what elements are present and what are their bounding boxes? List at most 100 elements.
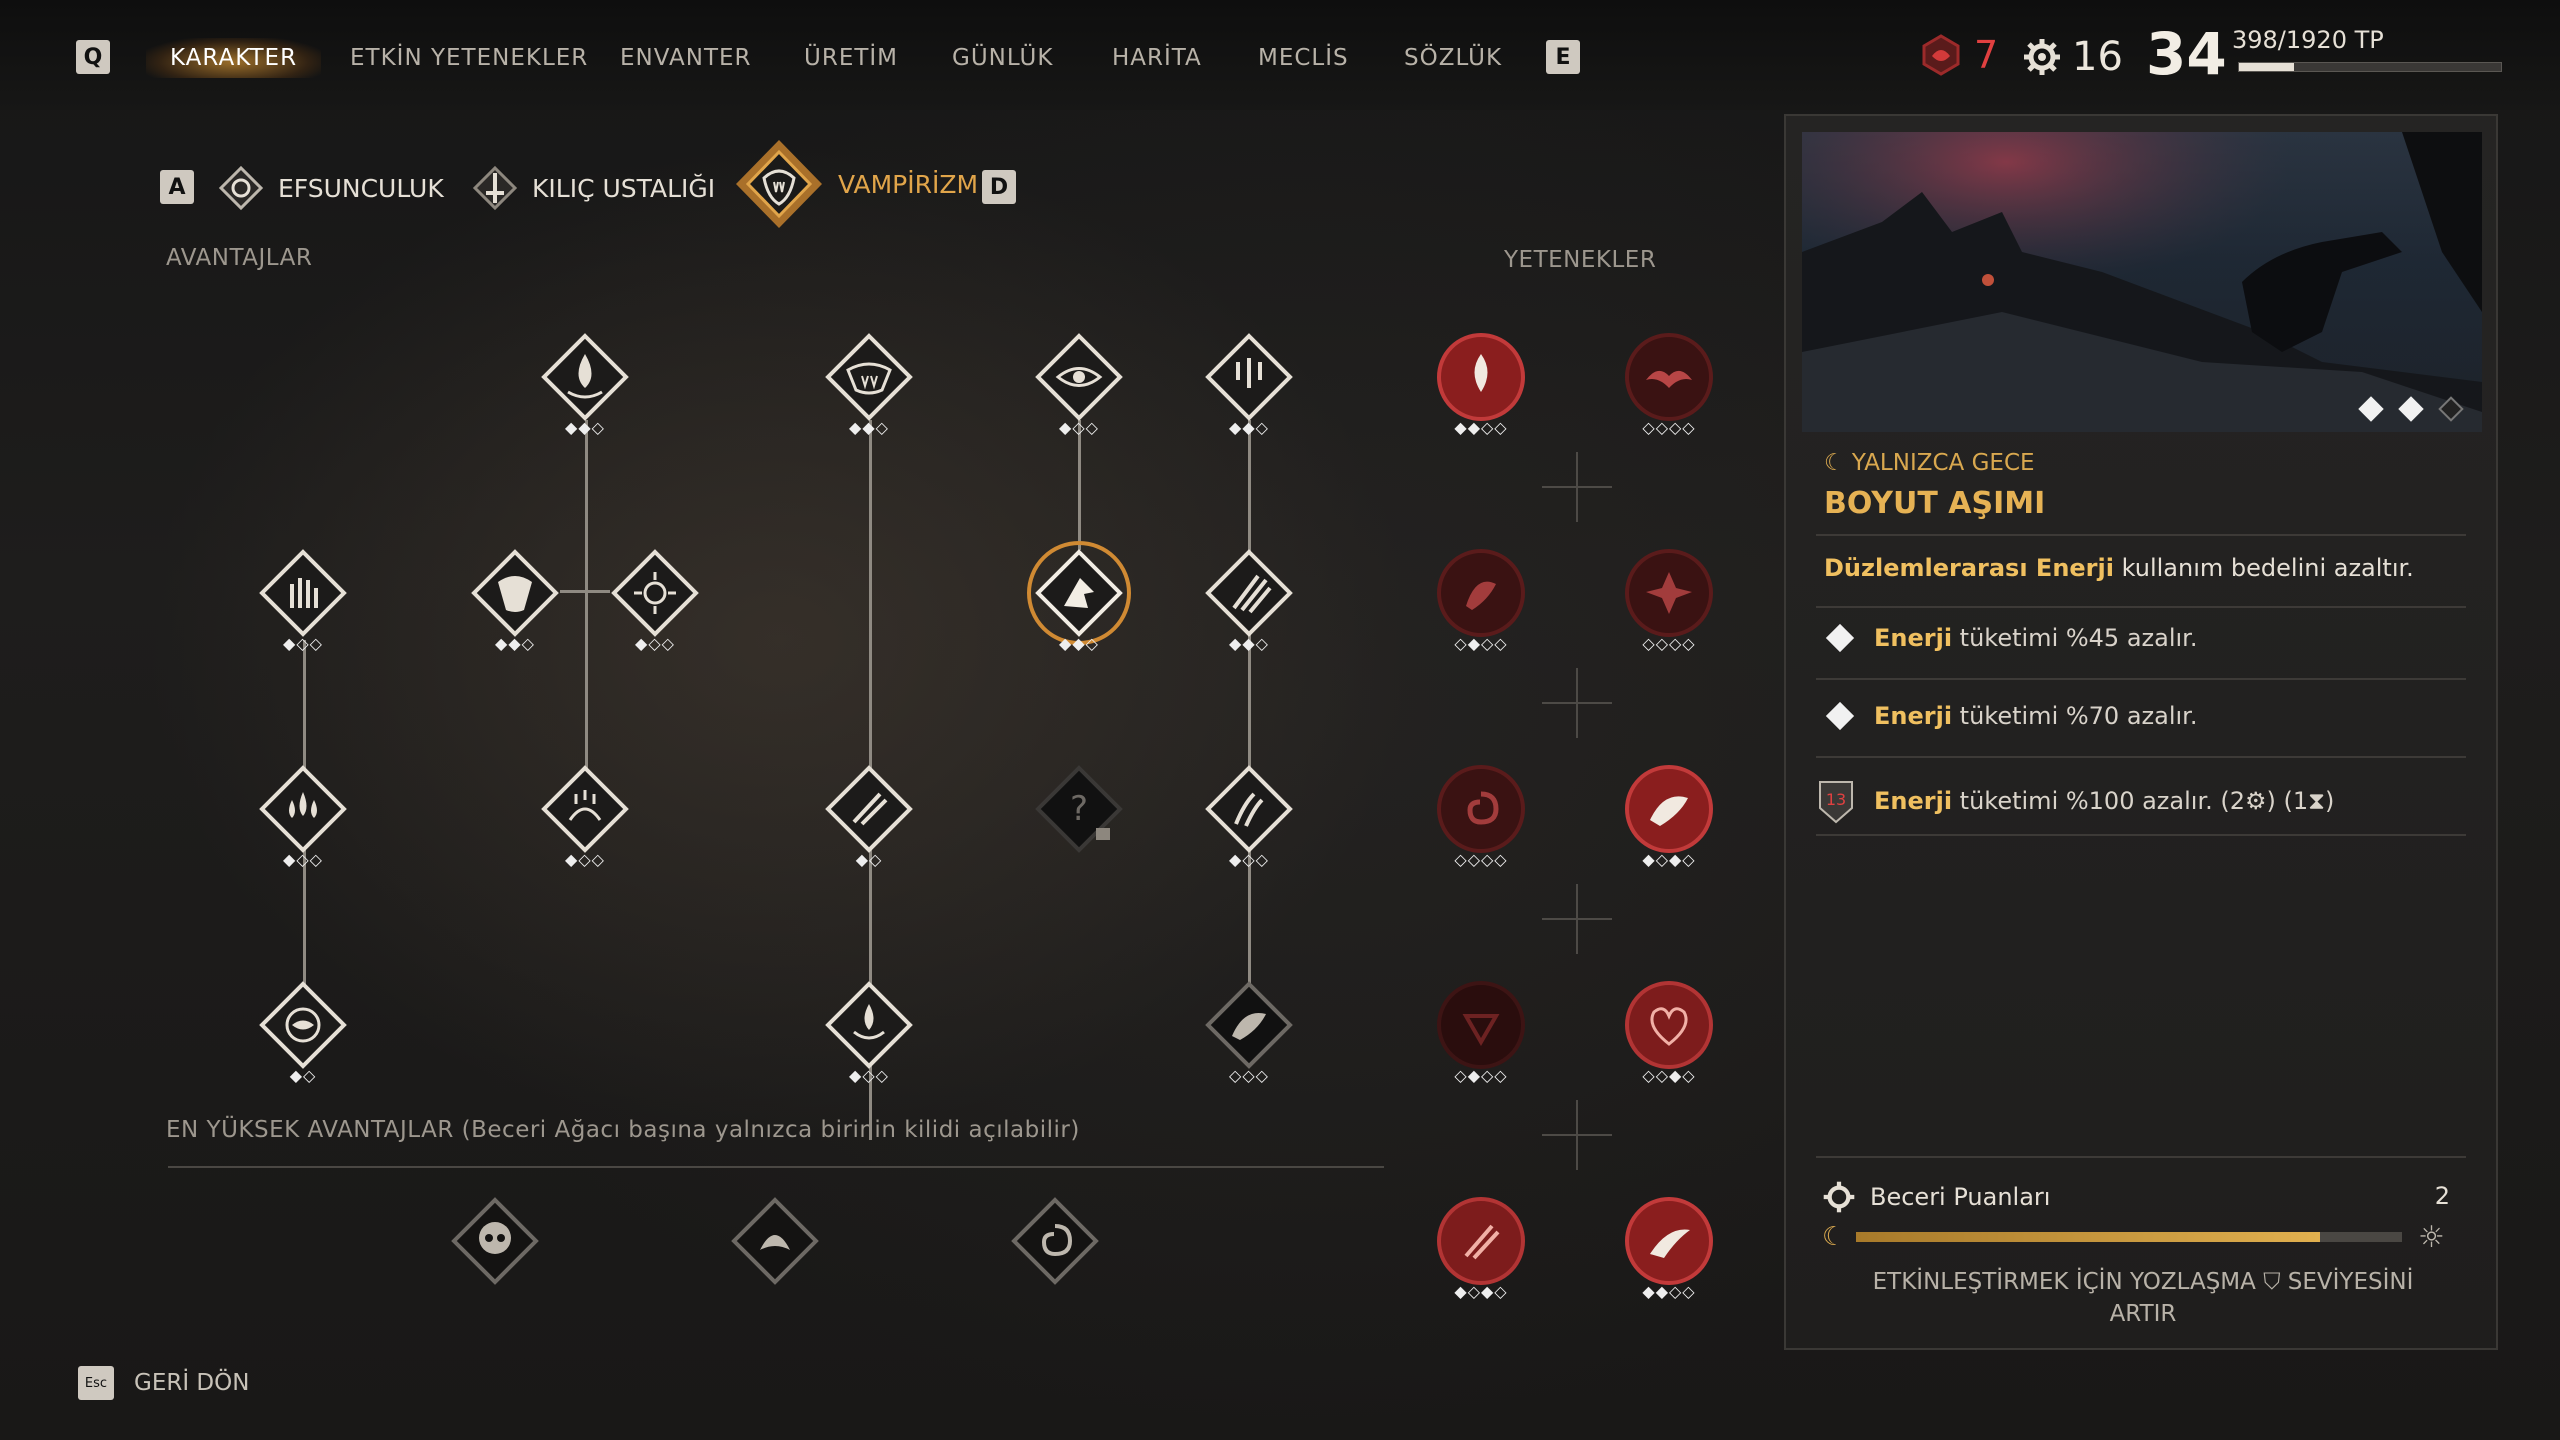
perk-beast[interactable]: ◇◇◇ (1204, 980, 1294, 1085)
rank-pips: ◆◆◇ (495, 634, 535, 653)
slash-icon (1205, 549, 1293, 637)
perk-blood-chalice[interactable]: ◆◇◇ (824, 980, 914, 1085)
perk-blood-drop[interactable]: ◆◆◇ (540, 332, 630, 437)
ability-separator (1542, 668, 1612, 738)
vortex-icon (1011, 1197, 1099, 1285)
tab-sozluk[interactable]: SÖZLÜK (1404, 38, 1502, 78)
preview-pager[interactable] (2356, 396, 2466, 422)
perk-boyut-asimi-selected[interactable]: ◆◆◇ (1027, 541, 1131, 653)
corruption-icon (1922, 34, 1960, 76)
skill-description: Düzlemlerarası Enerji kullanım bedelini … (1824, 554, 2414, 582)
rank-pips: ◆◇◇ (849, 1066, 889, 1085)
blood-rain-icon (1205, 333, 1293, 421)
tab-karakter[interactable]: KARAKTER (146, 38, 322, 78)
ability-spiral[interactable]: ◇◇◇◇ (1436, 764, 1526, 869)
preview-dot[interactable] (2398, 396, 2424, 422)
perk-vision[interactable]: ◆◇ (258, 980, 348, 1085)
blood-sigil-icon (1437, 981, 1525, 1069)
tree-tab-efsunculuk[interactable]: EFSUNCULUK (218, 162, 444, 214)
spiral-icon (1437, 765, 1525, 853)
tab-etkin-yetenekler[interactable]: ETKİN YETENEKLER (350, 38, 588, 78)
ability-separator (1542, 452, 1612, 522)
ability-heart[interactable]: ◇◇◆◇ (1624, 980, 1714, 1085)
next-tab-key[interactable]: E (1546, 40, 1580, 74)
next-tree-key[interactable]: D (982, 170, 1016, 204)
blood-flower-icon (1437, 333, 1525, 421)
ability-dark-bloom[interactable]: ◇◇◇◇ (1624, 548, 1714, 653)
corruption-stat: 7 (1918, 32, 1998, 78)
gear-icon: ⚙ (2245, 787, 2267, 815)
corruption-13-icon: 13 (1816, 778, 1856, 824)
rank-pips: ◆◇◆◇ (1642, 850, 1696, 869)
vampirism-icon (736, 140, 822, 228)
perk-claw-hand[interactable]: ◆◇◇ (258, 548, 348, 653)
rank-pips: ◇◆◇◇ (1454, 1066, 1508, 1085)
burst-icon (611, 549, 699, 637)
effect-rank-1: Enerji tüketimi %45 azalır. (1824, 623, 2197, 653)
fangs-icon (825, 333, 913, 421)
perk-fangs[interactable]: ◆◆◇ (824, 332, 914, 437)
skill-preview-image (1802, 132, 2482, 432)
prev-tree-key[interactable]: A (160, 170, 194, 204)
skill-point-gear-icon (1823, 1181, 1855, 1213)
preview-dot[interactable] (2438, 396, 2464, 422)
back-button[interactable]: Esc GERİ DÖN (78, 1366, 249, 1400)
tree-tab-kilic-ustaligi[interactable]: KILIÇ USTALIĞI (472, 162, 715, 214)
prev-tab-key[interactable]: Q (76, 40, 110, 74)
ultimate-perk-hunter[interactable] (730, 1196, 820, 1286)
ultimate-perk-vortex[interactable] (1010, 1196, 1100, 1286)
tab-uretim[interactable]: ÜRETİM (804, 38, 898, 78)
perk-burst[interactable]: ◆◇◇ (610, 548, 700, 653)
rank-pips: ◆◆◇ (1229, 418, 1269, 437)
ability-wolf[interactable]: ◆◇◆◇ (1624, 764, 1714, 869)
corruption-level-badge: 13 (1825, 790, 1847, 809)
divider (1816, 834, 2466, 836)
tab-gunluk[interactable]: GÜNLÜK (952, 38, 1053, 78)
divider (1816, 1156, 2466, 1158)
locked-question-icon: ? (1035, 765, 1123, 853)
rank-pips: ◇◇◇ (1229, 1066, 1269, 1085)
effect-rank-2: Enerji tüketimi %70 azalır. (1824, 701, 2197, 731)
corruption-progress (1856, 1232, 2402, 1242)
claw-hand-icon (259, 549, 347, 637)
ability-bat-swarm[interactable]: ◇◇◇◇ (1624, 332, 1714, 437)
abilities-label: YETENEKLER (1504, 247, 1657, 273)
perk-blood-drops[interactable]: ◆◇◇ (258, 764, 348, 869)
divider (1816, 678, 2466, 680)
top-bar: Q KARAKTER ETKİN YETENEKLER ENVANTER ÜRE… (0, 0, 2560, 110)
perk-talons[interactable]: ◆◇◇ (1204, 764, 1294, 869)
eye-icon (1035, 333, 1123, 421)
blood-chalice-icon (825, 981, 913, 1069)
sword-icon (472, 165, 518, 211)
ultimate-perks-label: EN YÜKSEK AVANTAJLAR (Beceri Ağacı başın… (166, 1117, 1080, 1143)
ability-crimson-strike[interactable]: ◆◆◇◇ (1624, 1196, 1714, 1301)
ability-shadow[interactable]: ◇◆◇◇ (1436, 548, 1526, 653)
ability-blood-slash[interactable]: ◆◇◆◇ (1436, 1196, 1526, 1301)
perk-eye[interactable]: ◆◇◇ (1034, 332, 1124, 437)
blood-slash-icon (1437, 1197, 1525, 1285)
tree-tab-label: EFSUNCULUK (278, 173, 444, 203)
perk-grasp[interactable]: ◆◇◇ (540, 764, 630, 869)
preview-dot[interactable] (2358, 396, 2384, 422)
skill-points-count: 2 (2434, 1182, 2450, 1210)
effect-suffix: ) (1 (2266, 787, 2309, 815)
rank-pips: ◇◇◇◇ (1642, 418, 1696, 437)
effect-keyword: Enerji (1874, 702, 1953, 730)
perk-slash[interactable]: ◆◆◇ (1204, 548, 1294, 653)
ability-blood-sigil[interactable]: ◇◆◇◇ (1436, 980, 1526, 1085)
blood-drops-icon (259, 765, 347, 853)
tree-tab-vampirizm[interactable]: VAMPİRİZM (734, 138, 978, 230)
heart-icon (1625, 981, 1713, 1069)
ultimate-perk-skull[interactable] (450, 1196, 540, 1286)
perk-rend[interactable]: ◆◇ (824, 764, 914, 869)
ability-blood-flower[interactable]: ◆◆◇◇ (1436, 332, 1526, 437)
moon-icon: ☾ (1822, 1222, 1846, 1252)
perk-blood-rain[interactable]: ◆◆◇ (1204, 332, 1294, 437)
tab-harita[interactable]: HARİTA (1112, 38, 1202, 78)
perk-open-jaw[interactable]: ◆◆◇ (470, 548, 560, 653)
corruption-progress-fill (1856, 1232, 2321, 1242)
tab-envanter[interactable]: ENVANTER (620, 38, 752, 78)
tab-meclis[interactable]: MECLİS (1258, 38, 1349, 78)
perk-locked[interactable]: ? (1034, 764, 1124, 854)
rank-pips: ◆◇◇ (283, 850, 323, 869)
